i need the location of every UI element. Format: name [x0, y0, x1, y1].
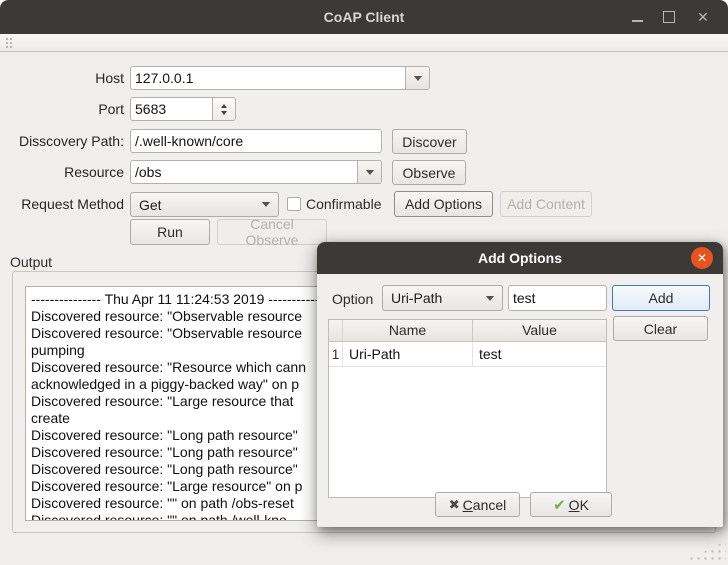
confirmable-label: Confirmable: [306, 196, 382, 212]
options-table[interactable]: Name Value 1 Uri-Path test: [328, 319, 607, 498]
maximize-button[interactable]: [660, 8, 678, 26]
run-button[interactable]: Run: [130, 219, 210, 245]
request-method-value: Get: [139, 196, 162, 213]
add-options-button[interactable]: Add Options: [394, 191, 493, 217]
coap-client-window: CoAP Client ✕ Host Port Disscovery Path:…: [0, 0, 728, 565]
chevron-down-icon: [486, 295, 494, 305]
add-content-button: Add Content: [500, 191, 592, 217]
host-combobox[interactable]: [130, 66, 430, 90]
dialog-close-button[interactable]: ✕: [691, 247, 713, 269]
port-input[interactable]: [131, 98, 213, 120]
chevron-down-icon: [262, 202, 270, 211]
cancel-label: Cancel: [462, 496, 507, 513]
option-value-field[interactable]: [508, 285, 607, 311]
dialog-ok-button[interactable]: ✔ OK: [530, 492, 612, 517]
confirmable-checkbox[interactable]: [287, 197, 301, 211]
resource-input[interactable]: [131, 161, 355, 183]
toolbar-grip-handle[interactable]: [5, 37, 12, 49]
request-method-label: Request Method: [21, 196, 124, 212]
port-label: Port: [98, 101, 124, 117]
table-row[interactable]: 1 Uri-Path test: [329, 342, 606, 367]
dialog-cancel-button[interactable]: ✖ Cancel: [435, 492, 520, 517]
spin-down-icon: [221, 110, 227, 118]
discovery-path-input[interactable]: [131, 130, 381, 152]
cancel-observe-button: Cancel Observe: [217, 216, 327, 248]
add-button[interactable]: Add: [612, 285, 710, 311]
chevron-down-icon: [413, 75, 422, 85]
value-column-header[interactable]: Value: [473, 320, 606, 341]
toolbar: [0, 34, 728, 52]
minimize-button[interactable]: [628, 8, 646, 26]
option-name-cell: Uri-Path: [343, 342, 473, 366]
option-label: Option: [332, 291, 374, 307]
discovery-path-field[interactable]: [130, 129, 382, 153]
dialog-title: Add Options: [478, 250, 562, 266]
close-button[interactable]: ✕: [694, 8, 712, 26]
table-header-row: Name Value: [329, 320, 606, 342]
resize-grip[interactable]: [681, 541, 726, 563]
ok-label: OK: [568, 496, 589, 513]
maximize-icon: [663, 11, 675, 23]
table-corner-header: [329, 320, 343, 341]
minimize-icon: [631, 20, 643, 22]
option-value-cell: test: [479, 346, 502, 362]
row-number-cell: 1: [329, 342, 343, 366]
resource-combobox[interactable]: [130, 160, 382, 184]
resource-dropdown-button[interactable]: [357, 161, 381, 183]
add-options-dialog: Add Options ✕ Option Uri-Path Add Clear …: [317, 242, 723, 527]
option-value-input[interactable]: [509, 286, 606, 310]
window-title: CoAP Client: [323, 9, 405, 25]
resource-label: Resource: [64, 164, 124, 180]
option-type-value: Uri-Path: [391, 290, 443, 306]
port-spinbox[interactable]: [130, 97, 236, 121]
discovery-path-label: Disscovery Path:: [18, 133, 124, 149]
host-label: Host: [95, 70, 124, 86]
spin-up-icon: [221, 101, 227, 108]
request-method-combobox[interactable]: Get: [130, 192, 279, 217]
option-type-combobox[interactable]: Uri-Path: [382, 285, 503, 311]
port-spin-buttons[interactable]: [212, 98, 235, 120]
clear-button[interactable]: Clear: [613, 316, 708, 341]
name-column-header[interactable]: Name: [343, 320, 473, 341]
discover-button[interactable]: Discover: [392, 129, 467, 154]
cancel-x-icon: ✖: [448, 496, 460, 512]
host-input[interactable]: [131, 67, 429, 89]
ok-check-icon: ✔: [553, 496, 566, 514]
chevron-down-icon: [365, 169, 374, 179]
host-dropdown-button[interactable]: [405, 67, 429, 89]
titlebar[interactable]: CoAP Client ✕: [0, 0, 728, 34]
output-label: Output: [10, 254, 53, 270]
dialog-titlebar[interactable]: Add Options ✕: [317, 242, 723, 274]
observe-button[interactable]: Observe: [392, 160, 466, 185]
